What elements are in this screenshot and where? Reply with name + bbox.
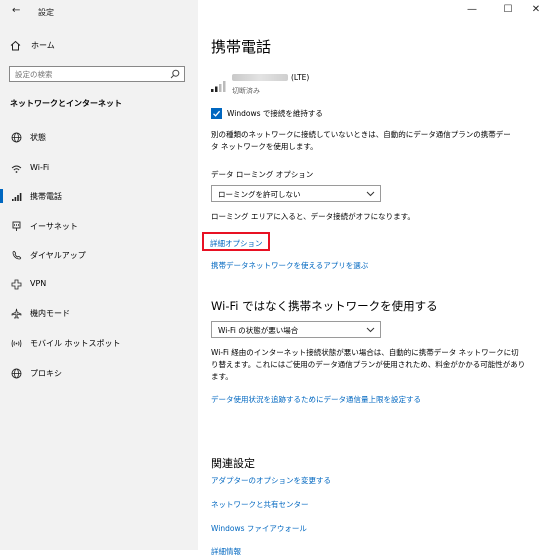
close-button[interactable]: ✕ — [526, 4, 546, 15]
sidebar-item-label: ダイヤルアップ — [30, 251, 86, 260]
search-input[interactable] — [10, 67, 165, 81]
adapter-options-link[interactable]: アダプターのオプションを変更する — [211, 475, 331, 486]
sidebar-item-airplane-mode[interactable]: 機内モード — [0, 303, 198, 323]
sidebar-item-dialup[interactable]: ダイヤルアップ — [0, 245, 198, 265]
network-sharing-center-link[interactable]: ネットワークと共有センター — [211, 499, 309, 510]
ethernet-icon — [10, 220, 22, 232]
sidebar-item-label: 状態 — [30, 133, 46, 142]
hotspot-icon — [10, 337, 22, 349]
globe-status-icon — [10, 131, 22, 143]
roaming-dropdown-value: ローミングを許可しない — [218, 190, 301, 199]
airplane-icon — [10, 307, 22, 319]
advanced-options-link[interactable]: 詳細オプション — [210, 238, 263, 249]
network-type: (LTE) — [291, 73, 310, 82]
sidebar-item-proxy[interactable]: プロキシ — [0, 363, 198, 383]
sidebar-item-vpn[interactable]: VPN — [0, 274, 198, 294]
wifi-section-title: Wi-Fi ではなく携帯ネットワークを使用する — [211, 299, 438, 313]
cellular-signal-icon — [211, 80, 227, 94]
wifi-fallback-dropdown[interactable]: Wi-Fi の状態が悪い場合 — [211, 321, 381, 338]
wifi-icon — [10, 162, 22, 174]
wifi-fallback-dropdown-value: Wi-Fi の状態が悪い場合 — [218, 326, 299, 335]
sidebar-item-label: イーサネット — [30, 222, 78, 231]
sidebar-item-mobile-hotspot[interactable]: モバイル ホットスポット — [0, 333, 198, 353]
network-status: 切断済み — [232, 87, 260, 95]
sidebar: ← 設定 ホーム ネットワークとインターネット 状態 Wi-Fi 携帯電話 — [0, 0, 198, 550]
settings-search-box[interactable] — [9, 66, 185, 82]
vpn-icon — [10, 278, 22, 290]
home-icon — [10, 40, 21, 51]
sidebar-item-label: 機内モード — [30, 309, 70, 318]
sidebar-item-status[interactable]: 状態 — [0, 127, 198, 147]
sidebar-item-label: 携帯電話 — [30, 192, 62, 201]
sidebar-item-label: Wi-Fi — [30, 163, 50, 172]
search-icon[interactable] — [170, 69, 180, 81]
sidebar-item-wifi[interactable]: Wi-Fi — [0, 158, 198, 178]
sidebar-item-label: モバイル ホットスポット — [30, 339, 121, 348]
page-title: 携帯電話 — [211, 38, 272, 56]
section-heading: ネットワークとインターネット — [10, 99, 122, 108]
proxy-globe-icon — [10, 367, 22, 379]
sidebar-item-cellular[interactable]: 携帯電話 — [0, 186, 198, 206]
data-limit-link[interactable]: データ使用状況を追跡するためにデータ通信量上限を設定する — [211, 394, 421, 405]
cellular-icon — [10, 190, 22, 202]
chevron-down-icon — [366, 190, 375, 199]
chevron-down-icon — [366, 326, 375, 335]
sidebar-item-ethernet[interactable]: イーサネット — [0, 216, 198, 236]
roaming-dropdown[interactable]: ローミングを許可しない — [211, 185, 381, 202]
related-settings-title: 関連設定 — [211, 457, 255, 470]
back-arrow-icon[interactable]: ← — [12, 5, 20, 16]
roaming-note: ローミング エリアに入ると、データ接続がオフになります。 — [211, 212, 415, 221]
home-nav-item[interactable]: ホーム — [10, 40, 55, 51]
minimize-button[interactable]: — — [462, 4, 482, 15]
cellular-description: 別の種類のネットワークに接続していないときは、自動的にデータ通信プランの携帯デー… — [211, 130, 511, 151]
network-name[interactable]: (LTE) — [232, 73, 309, 82]
keep-connected-checkbox[interactable] — [211, 108, 222, 119]
sidebar-item-label: VPN — [30, 279, 47, 288]
keep-connected-checkbox-row[interactable]: Windows で接続を維持する — [211, 108, 323, 119]
redacted-network-name — [232, 74, 288, 81]
home-label: ホーム — [31, 41, 55, 50]
keep-connected-label: Windows で接続を維持する — [227, 109, 323, 118]
more-info-link[interactable]: 詳細情報 — [211, 546, 241, 557]
dialup-icon — [10, 249, 22, 261]
choose-apps-link[interactable]: 携帯データネットワークを使えるアプリを選ぶ — [211, 260, 368, 271]
windows-firewall-link[interactable]: Windows ファイアウォール — [211, 523, 307, 534]
sidebar-item-label: プロキシ — [30, 369, 62, 378]
window-title: 設定 — [38, 8, 54, 17]
active-indicator — [0, 189, 3, 203]
roaming-options-label: データ ローミング オプション — [211, 170, 314, 179]
wifi-fallback-description: Wi-Fi 経由のインターネット接続状態が悪い場合は、自動的に携帯データ ネット… — [211, 348, 526, 381]
maximize-button[interactable]: ☐ — [498, 4, 518, 15]
